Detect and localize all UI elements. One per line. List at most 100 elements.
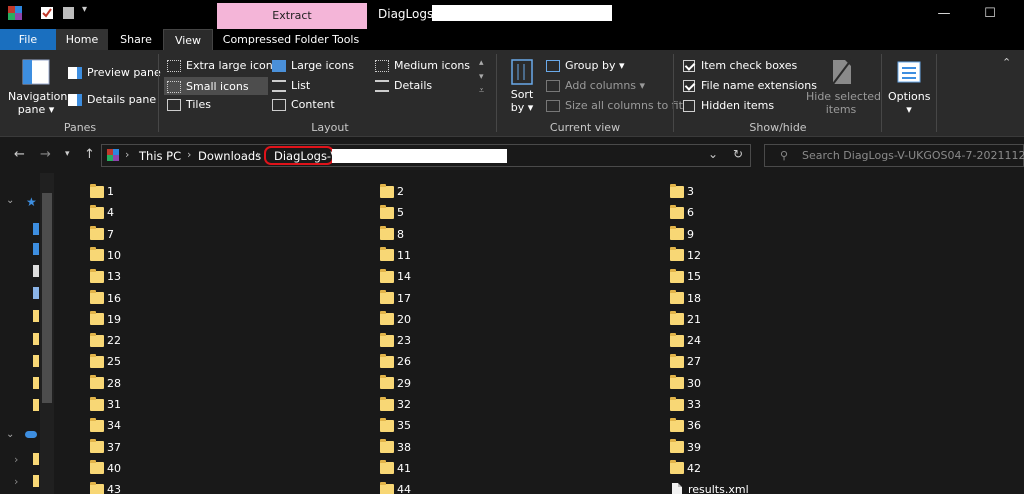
maximize-button[interactable]: ☐: [970, 4, 1010, 24]
breadcrumb-chevron-icon[interactable]: ›: [256, 148, 260, 161]
folder-item[interactable]: 37: [90, 437, 121, 458]
pictures-icon[interactable]: [33, 287, 39, 299]
folder-item[interactable]: 38: [380, 437, 411, 458]
folder-item[interactable]: 40: [90, 458, 121, 479]
folder-item[interactable]: 31: [90, 394, 121, 415]
folder-item[interactable]: 33: [670, 394, 701, 415]
pinned-folder-icon[interactable]: [33, 355, 39, 367]
refresh-icon[interactable]: ↻: [733, 147, 743, 161]
layout-scroll-arrows[interactable]: ▴ ▾ ⩡: [479, 56, 484, 98]
folder-item[interactable]: 36: [670, 415, 701, 436]
context-tab-extract[interactable]: Extract: [217, 3, 367, 29]
address-bar[interactable]: › This PC › Downloads › DiagLogs-V ⌄ ↻: [101, 144, 751, 167]
folder-item[interactable]: 18: [670, 288, 701, 309]
forward-arrow-icon[interactable]: →: [40, 147, 51, 162]
folder-item[interactable]: 32: [380, 394, 411, 415]
size-all-columns-button[interactable]: Size all columns to fit: [546, 99, 683, 112]
folder-item[interactable]: 28: [90, 373, 121, 394]
folder-item[interactable]: 1: [90, 181, 114, 202]
add-columns-button[interactable]: Add columns ▾: [546, 79, 645, 92]
folder-item[interactable]: 4: [90, 202, 114, 223]
layout-extra-large-icons[interactable]: Extra large icons: [167, 59, 278, 72]
documents-icon[interactable]: [33, 265, 39, 277]
folder-item[interactable]: 25: [90, 351, 121, 372]
options-button[interactable]: Options ▾: [888, 58, 930, 116]
breadcrumb-chevron-icon[interactable]: ›: [187, 148, 191, 161]
breadcrumb-this-pc[interactable]: This PC: [139, 149, 181, 163]
folder-item[interactable]: 3: [670, 181, 694, 202]
folder-item[interactable]: 5: [380, 202, 404, 223]
file-name-extensions-toggle[interactable]: File name extensions: [683, 79, 817, 92]
customize-toolbar-icon[interactable]: ▾: [82, 4, 96, 18]
folder-item[interactable]: 22: [90, 330, 121, 351]
expand-chevron-icon[interactable]: ›: [14, 453, 18, 466]
folder-item[interactable]: 35: [380, 415, 411, 436]
folder-item[interactable]: 23: [380, 330, 411, 351]
pinned-folder-icon[interactable]: [33, 377, 39, 389]
pinned-folder-icon[interactable]: [33, 399, 39, 411]
back-arrow-icon[interactable]: ←: [14, 147, 25, 162]
folder-item[interactable]: 17: [380, 288, 411, 309]
layout-tiles[interactable]: Tiles: [167, 98, 211, 111]
folder-item[interactable]: 44: [380, 479, 411, 494]
ribbon-collapse-button[interactable]: ⌃: [1002, 56, 1011, 69]
folder-item[interactable]: 6: [670, 202, 694, 223]
tab-view[interactable]: View: [163, 29, 213, 50]
folder-item[interactable]: 7: [90, 224, 114, 245]
hide-selected-items-button[interactable]: Hide selected items: [806, 58, 881, 116]
pinned-folder-icon[interactable]: [33, 310, 39, 322]
folder-item[interactable]: 12: [670, 245, 701, 266]
folder-item[interactable]: 29: [380, 373, 411, 394]
folder-item[interactable]: 41: [380, 458, 411, 479]
folder-item[interactable]: 11: [380, 245, 411, 266]
folder-item[interactable]: 2: [380, 181, 404, 202]
layout-small-icons[interactable]: Small icons: [164, 77, 268, 95]
address-dropdown-icon[interactable]: ⌄: [708, 147, 718, 161]
folder-item[interactable]: 21: [670, 309, 701, 330]
folder-item[interactable]: 13: [90, 266, 121, 287]
hidden-items-checkbox[interactable]: [683, 100, 695, 112]
file-item-results-xml[interactable]: results.xml: [670, 479, 749, 494]
expand-chevron-icon[interactable]: ›: [14, 475, 18, 488]
up-arrow-icon[interactable]: ↑: [84, 147, 95, 162]
new-folder-icon[interactable]: [62, 6, 76, 20]
breadcrumb-downloads[interactable]: Downloads: [198, 149, 261, 163]
navigation-pane-scrollbar[interactable]: [40, 173, 54, 494]
preview-pane-button[interactable]: Preview pane: [68, 66, 161, 79]
sort-by-button[interactable]: Sort by ▾: [506, 58, 538, 114]
onedrive-folder-icon[interactable]: [33, 475, 39, 487]
folder-item[interactable]: 16: [90, 288, 121, 309]
tab-file[interactable]: File: [0, 29, 56, 50]
pinned-folder-icon[interactable]: [33, 333, 39, 345]
folder-item[interactable]: 20: [380, 309, 411, 330]
minimize-button[interactable]: —: [924, 4, 964, 24]
folder-item[interactable]: 27: [670, 351, 701, 372]
onedrive-folder-icon[interactable]: [33, 453, 39, 465]
item-check-boxes-toggle[interactable]: Item check boxes: [683, 59, 797, 72]
item-check-boxes-checkbox[interactable]: [683, 60, 695, 72]
folder-item[interactable]: 43: [90, 479, 121, 494]
layout-content[interactable]: Content: [272, 98, 335, 111]
folder-item[interactable]: 14: [380, 266, 411, 287]
folder-item[interactable]: 34: [90, 415, 121, 436]
expand-quick-access-chevron-icon[interactable]: ⌄: [6, 195, 14, 206]
folder-item[interactable]: 9: [670, 224, 694, 245]
quick-access-star-icon[interactable]: ★: [26, 195, 37, 209]
layout-list[interactable]: List: [272, 79, 310, 92]
recent-locations-chevron-icon[interactable]: ▾: [65, 149, 70, 159]
desktop-icon[interactable]: [33, 223, 39, 235]
search-box[interactable]: ⚲ Search DiagLogs-V-UKGOS04-7-20211124T1…: [764, 144, 1024, 167]
properties-icon[interactable]: [40, 6, 54, 20]
folder-item[interactable]: 10: [90, 245, 121, 266]
folder-item[interactable]: 15: [670, 266, 701, 287]
tab-share[interactable]: Share: [110, 29, 162, 50]
tab-home[interactable]: Home: [56, 29, 108, 50]
navigation-pane-button[interactable]: Navigation pane ▾: [8, 58, 67, 116]
downloads-icon[interactable]: [33, 243, 39, 255]
group-by-button[interactable]: Group by ▾: [546, 59, 625, 72]
folder-item[interactable]: 30: [670, 373, 701, 394]
hidden-items-toggle[interactable]: Hidden items: [683, 99, 774, 112]
folder-item[interactable]: 39: [670, 437, 701, 458]
folder-item[interactable]: 26: [380, 351, 411, 372]
scrollbar-thumb[interactable]: [42, 193, 52, 403]
